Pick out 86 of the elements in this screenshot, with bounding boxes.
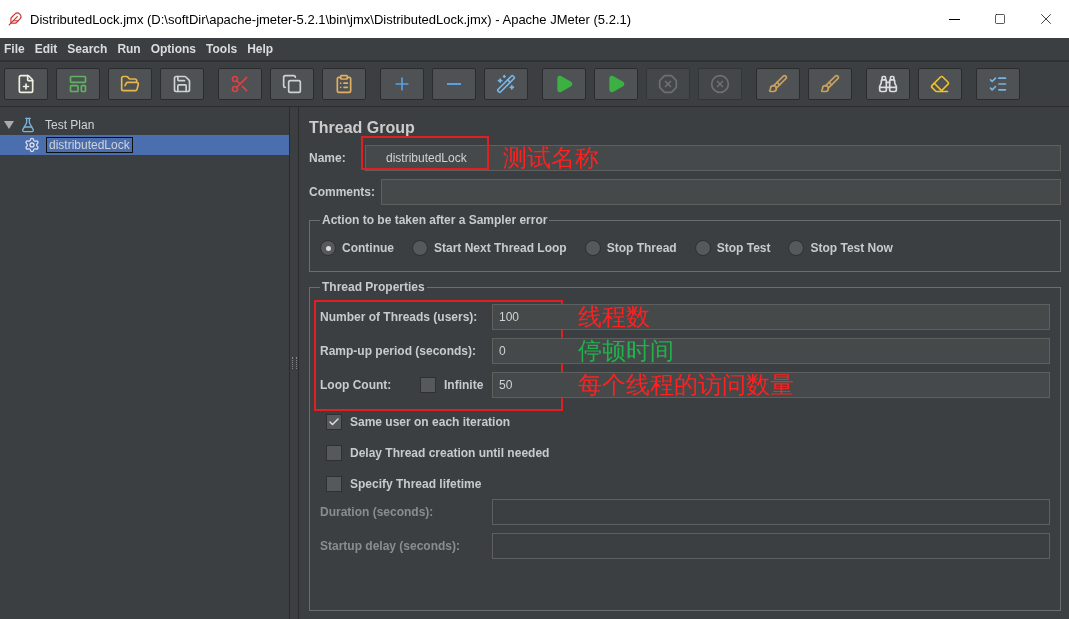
toolbar-button[interactable]	[160, 68, 204, 100]
toolbar-button[interactable]	[484, 68, 528, 100]
expanded-arrow-icon[interactable]	[4, 120, 14, 130]
gear-icon	[24, 137, 40, 153]
toolbar-button[interactable]	[866, 68, 910, 100]
field-label: Comments:	[309, 185, 373, 199]
window-title: DistributedLock.jmx (D:\softDir\apache-jmeter-5.2.1\bin\jmx\DistributedLock.jmx) - Apache JMeter (5.2.1)	[30, 11, 633, 27]
field-label: Ramp-up period (seconds):	[320, 344, 477, 358]
radio-option[interactable]: Stop Thread	[584, 240, 677, 256]
binoculars-icon	[878, 74, 898, 94]
toolbar-button[interactable]	[56, 68, 100, 100]
toolbar-button[interactable]	[270, 68, 314, 100]
checkbox[interactable]	[326, 444, 342, 461]
brush-icon	[820, 74, 840, 94]
radio-option[interactable]: Stop Test	[694, 240, 771, 256]
menu-item[interactable]: Search	[63, 42, 112, 56]
tree-item[interactable]: Test Plan	[0, 115, 289, 135]
radio-option[interactable]: Start Next Thread Loop	[412, 240, 567, 256]
toolbar-button[interactable]	[542, 68, 586, 100]
field-label: Number of Threads (users):	[320, 310, 479, 324]
annotation-text: 线程数	[578, 302, 650, 332]
menu-item[interactable]: Help	[243, 42, 278, 56]
copy-icon	[282, 74, 302, 94]
input-field[interactable]	[381, 179, 1061, 205]
menu-item[interactable]: Edit	[30, 42, 62, 56]
scissors-icon	[230, 74, 250, 94]
radio-button[interactable]	[320, 240, 336, 256]
toolbar-button[interactable]	[108, 68, 152, 100]
flask-icon	[20, 117, 36, 133]
template-icon	[68, 74, 88, 94]
checkbox-option[interactable]: Specify Thread lifetime	[320, 468, 482, 499]
radio-button[interactable]	[584, 240, 601, 256]
toolbar-button[interactable]	[756, 68, 800, 100]
checkbox-option[interactable]: Delay Thread creation until needed	[320, 437, 550, 468]
checkbox-option[interactable]: Same user on each iteration	[320, 406, 511, 437]
annotation-text: 每个线程的访问数量	[578, 370, 794, 400]
new-file-icon	[16, 74, 36, 94]
stop-icon	[658, 74, 678, 94]
radio-option[interactable]: Continue	[320, 240, 394, 256]
checkbox[interactable]	[420, 377, 436, 393]
field-label: Name:	[309, 151, 347, 165]
checkbox[interactable]	[326, 413, 342, 430]
save-icon	[172, 74, 192, 94]
toolbar-button[interactable]	[918, 68, 962, 100]
feather-icon	[8, 12, 22, 26]
radio-button[interactable]	[694, 240, 711, 256]
minimize-icon	[948, 18, 960, 20]
menu-item[interactable]: Tools	[202, 42, 242, 56]
menu-item[interactable]: Options	[146, 42, 201, 56]
annotation-text: 测试名称	[503, 143, 599, 173]
tree-label: distributedLock	[46, 137, 133, 153]
field-label: Startup delay (seconds):	[320, 539, 462, 553]
group-title: Thread Properties	[321, 280, 426, 294]
wand-icon	[496, 74, 516, 94]
check-icon	[328, 415, 340, 428]
radio-option[interactable]: Stop Test Now	[788, 240, 893, 256]
brush-icon	[768, 74, 788, 94]
toolbar-button[interactable]	[594, 68, 638, 100]
eraser-icon	[930, 74, 950, 94]
group-title: Action to be taken after a Sampler error	[321, 213, 549, 227]
checkbox[interactable]	[326, 475, 342, 492]
menu-item[interactable]: Run	[113, 42, 145, 56]
toolbar-button[interactable]	[4, 68, 48, 100]
checkbox-option[interactable]: Infinite	[420, 369, 484, 401]
field-label: Loop Count:	[320, 378, 393, 392]
input-field[interactable]	[492, 499, 1050, 525]
panel-title: Thread Group	[309, 119, 416, 137]
list-icon	[988, 74, 1008, 94]
play-icon	[554, 74, 574, 94]
radio-button[interactable]	[788, 240, 805, 256]
annotation-text: 停顿时间	[578, 336, 674, 366]
folder-icon	[120, 74, 140, 94]
tree-item[interactable]: distributedLock	[0, 135, 289, 155]
field-label: Duration (seconds):	[320, 505, 435, 519]
toolbar-button[interactable]	[322, 68, 366, 100]
x-circle-icon	[710, 74, 730, 94]
tree-label: Test Plan	[44, 117, 96, 133]
radio-button[interactable]	[412, 240, 428, 256]
toolbar-button[interactable]	[808, 68, 852, 100]
minus-icon	[447, 83, 461, 85]
input-field[interactable]	[492, 533, 1050, 559]
toolbar-button[interactable]	[976, 68, 1020, 100]
play-icon	[606, 74, 626, 94]
menu-item[interactable]: File	[0, 42, 29, 56]
clipboard-icon	[334, 74, 354, 94]
maximize-icon	[994, 13, 1006, 25]
